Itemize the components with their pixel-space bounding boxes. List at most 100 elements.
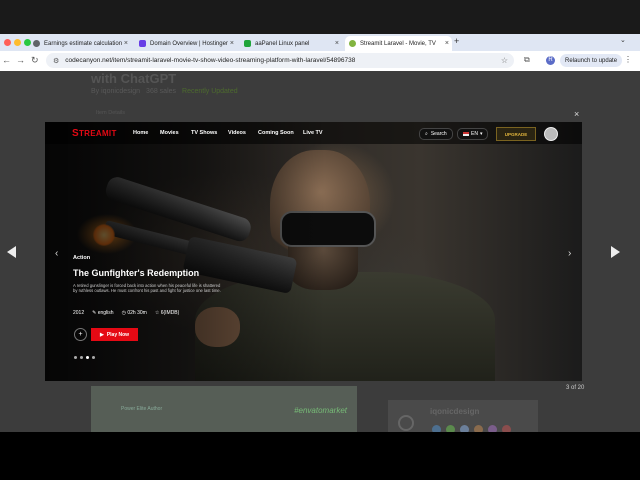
slider-dot-active[interactable] (86, 356, 89, 359)
close-icon[interactable]: × (335, 40, 339, 47)
author-prefix: By (91, 88, 100, 95)
slider-dot[interactable] (80, 356, 83, 359)
logo-letter: S (72, 128, 79, 139)
slider-pagination (74, 356, 95, 359)
play-icon: ▶ (99, 331, 104, 338)
close-icon[interactable]: × (230, 40, 234, 47)
hostinger-icon (139, 40, 146, 47)
sales-count: 368 sales (146, 88, 177, 95)
window-minimize-dot[interactable] (14, 39, 21, 46)
relaunch-label: Relaunch to update (565, 57, 618, 64)
slider-dot[interactable] (74, 356, 77, 359)
lightbox-close-icon[interactable]: × (574, 109, 579, 119)
tab-hostinger[interactable]: Domain Overview | Hostinger × (139, 36, 234, 51)
nav-movies[interactable]: Movies (160, 130, 179, 136)
hero-meta: 2012 ✎ english ◷ 02h 30m ☆ 6(IMDB) (73, 310, 179, 316)
recently-updated-badge: Recently Updated (182, 88, 238, 95)
hero-description: A retired gunslinger is forced back into… (73, 283, 221, 294)
star-icon: ☆ (154, 310, 160, 316)
tab-label: Streamit Laravel - Movie, TV (360, 40, 436, 47)
preview-caption: Power Elite Author (121, 406, 163, 412)
preview-watermark: #envatomarket (294, 406, 347, 415)
badge-icon (446, 425, 455, 432)
envato-leaf-icon (349, 40, 356, 47)
slider-next-icon[interactable]: › (568, 248, 571, 259)
hero-language: english (97, 310, 114, 316)
bookmark-star-icon[interactable]: ☆ (501, 56, 508, 65)
nav-videos[interactable]: Videos (228, 130, 246, 136)
tab-label: Domain Overview | Hostinger (150, 40, 228, 47)
window-close-dot[interactable] (4, 39, 11, 46)
language-selector[interactable]: EN ▾ (457, 128, 489, 140)
slider-prev-icon[interactable]: ‹ (55, 248, 58, 259)
tab-label: aaPanel Linux panel (255, 40, 310, 47)
lightbox-next-arrow-icon[interactable] (611, 246, 620, 258)
screen-bottom-bar (0, 432, 640, 480)
hero-rating: 6(IMDB) (160, 310, 180, 316)
page-title: with ChatGPT (91, 71, 177, 86)
lightbox-prev-arrow-icon[interactable] (7, 246, 16, 258)
chevron-down-icon: ▾ (479, 131, 483, 137)
nav-tv-shows[interactable]: TV Shows (191, 130, 217, 136)
add-to-watchlist-button[interactable]: + (74, 328, 87, 341)
nav-coming-soon[interactable]: Coming Soon (258, 130, 294, 136)
badge-icon (460, 425, 469, 432)
tab-earnings[interactable]: Earnings estimate calculation × (33, 36, 128, 51)
item-preview-image: Power Elite Author #envatomarket (91, 386, 357, 432)
tab-streamit[interactable]: Streamit Laravel - Movie, TV × (345, 36, 452, 51)
slider-dot[interactable] (92, 356, 95, 359)
aapanel-icon (244, 40, 251, 47)
language-label: EN (471, 131, 478, 137)
item-details-tab[interactable]: Item Details (96, 110, 125, 116)
url-text: codecanyon.net/item/streamit-laravel-mov… (65, 57, 356, 64)
language-icon: ✎ (92, 310, 97, 316)
reload-icon[interactable]: ↻ (31, 55, 39, 66)
lightbox-counter: 3 of 20 (566, 385, 585, 391)
tab-search-icon[interactable]: ⌄ (620, 36, 626, 44)
streamit-search-button[interactable]: ⌕ Search (419, 128, 453, 140)
upgrade-label: UPGRADE (504, 131, 528, 137)
nav-live-tv[interactable]: Live TV (303, 130, 323, 136)
close-icon[interactable]: × (124, 40, 128, 47)
hero-title: The Gunfighter's Redemption (73, 268, 200, 278)
badge-icon (488, 425, 497, 432)
relaunch-button[interactable]: Relaunch to update (560, 54, 623, 67)
streamit-screenshot: STREAMIT Home Movies TV Shows Videos Com… (45, 122, 582, 381)
hero-duration: 02h 30m (127, 310, 147, 316)
menu-icon[interactable]: ⋮ (624, 55, 632, 64)
hero-genre: Action (73, 255, 91, 261)
window-maximize-dot[interactable] (24, 39, 31, 46)
avatar[interactable]: R (546, 56, 555, 65)
play-label: Play Now (106, 331, 130, 338)
badge-icon (474, 425, 483, 432)
nav-home[interactable]: Home (133, 130, 148, 136)
browser-window: Earnings estimate calculation × Domain O… (0, 0, 640, 432)
globe-icon (33, 40, 40, 47)
badge-icon (502, 425, 511, 432)
author-logo-icon (398, 415, 414, 431)
upgrade-button[interactable]: UPGRADE (496, 127, 536, 141)
play-now-button[interactable]: ▶ Play Now (91, 328, 138, 341)
flag-icon (463, 132, 469, 136)
author-link[interactable]: iqonicdesign (101, 88, 140, 95)
profile-avatar[interactable] (544, 127, 558, 141)
clock-icon: ◷ (121, 310, 126, 316)
streamit-logo[interactable]: STREAMIT (72, 128, 117, 139)
hero-gradient (45, 122, 325, 381)
item-meta: By iqonicdesign 368 sales Recently Updat… (91, 88, 238, 95)
tab-label: Earnings estimate calculation (44, 40, 123, 47)
search-label: Search (430, 131, 447, 137)
close-icon[interactable]: × (445, 40, 449, 47)
back-icon[interactable]: ← (2, 55, 11, 65)
search-icon: ⌕ (425, 131, 428, 137)
new-tab-button[interactable]: + (454, 36, 459, 46)
address-bar[interactable]: ⚙ codecanyon.net/item/streamit-laravel-m… (46, 53, 514, 68)
author-card-name[interactable]: iqonicdesign (430, 407, 479, 416)
badge-icon (432, 425, 441, 432)
extensions-icon[interactable]: ⧉ (524, 55, 530, 65)
site-info-icon[interactable]: ⚙ (53, 57, 59, 65)
logo-text: TREAMIT (78, 129, 117, 138)
tab-aapanel[interactable]: aaPanel Linux panel × (244, 36, 339, 51)
forward-icon[interactable]: → (16, 55, 25, 65)
hero-year: 2012 (73, 310, 85, 316)
